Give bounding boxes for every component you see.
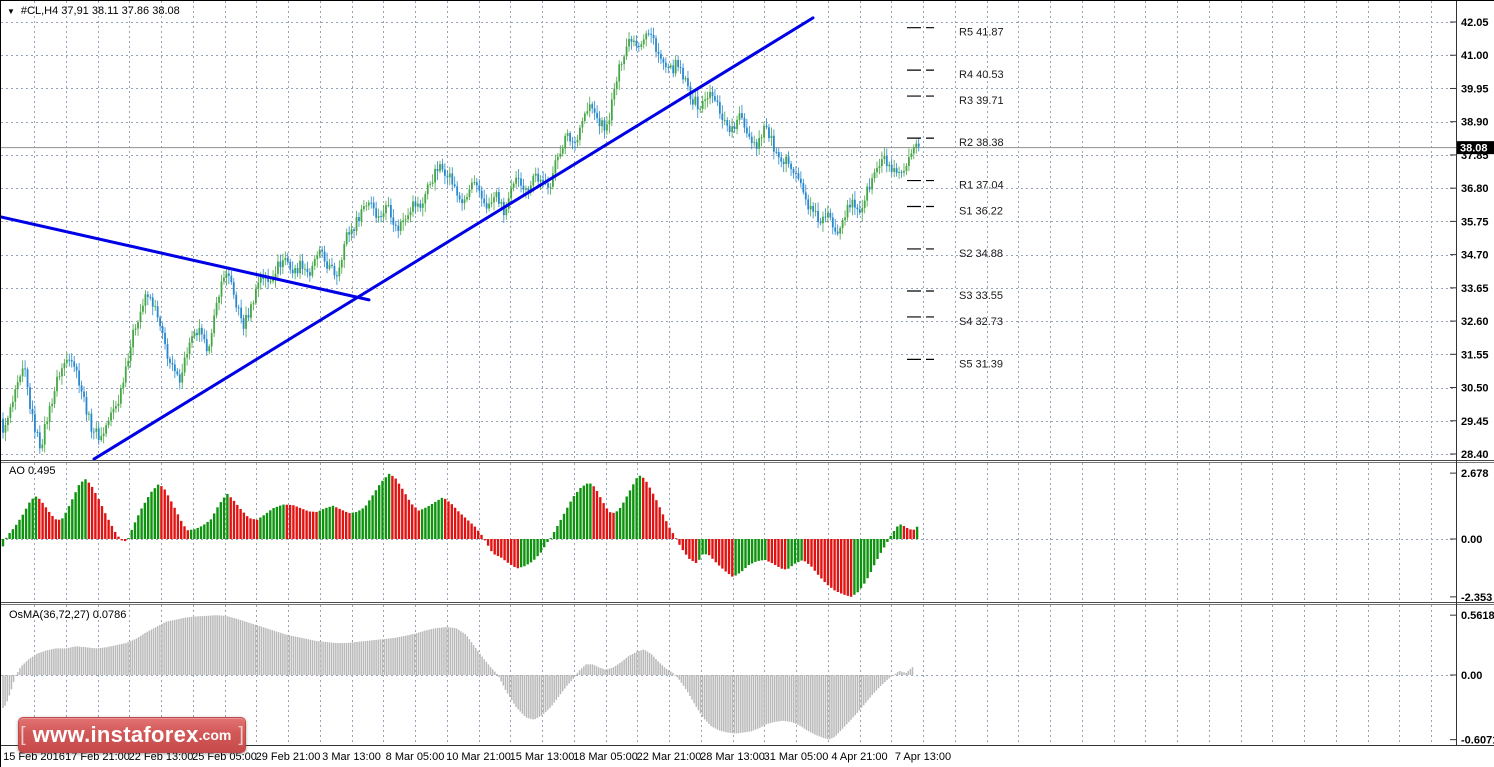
svg-text:R5 41.87: R5 41.87 [959, 27, 1004, 39]
svg-text:29.45: 29.45 [1461, 416, 1489, 428]
trendlines[interactable] [1, 16, 815, 461]
banner-bracket-left: [ [20, 723, 26, 746]
svg-text:8 Mar 05:00: 8 Mar 05:00 [386, 751, 445, 763]
svg-text:28 Mar 13:00: 28 Mar 13:00 [700, 751, 765, 763]
svg-text:28.40: 28.40 [1461, 449, 1489, 461]
svg-text:22 Mar 21:00: 22 Mar 21:00 [637, 751, 702, 763]
svg-text:R2 38.38: R2 38.38 [959, 137, 1004, 149]
mt4-chart-window: R5 41.87 R4 40.53 R3 39.71 R2 38.38 R1 37.04… [0, 0, 1494, 767]
pivot-levels: R5 41.87 R4 40.53 R3 39.71 R2 38.38 R1 37.04… [907, 27, 1004, 370]
svg-text:-2.353: -2.353 [1461, 592, 1492, 604]
trendline-ascending [92, 16, 815, 461]
svg-text:3 Mar 13:00: 3 Mar 13:00 [322, 751, 381, 763]
symbol-bar: ▼ #CL,H4 37,91 38.11 37.86 38.08 [7, 5, 180, 17]
svg-text:33.65: 33.65 [1461, 283, 1489, 295]
ao-histogram [1, 473, 919, 597]
ao-indicator-label: AO 0.495 [9, 465, 56, 477]
svg-text:32.60: 32.60 [1461, 316, 1489, 328]
svg-text:0.00: 0.00 [1461, 534, 1482, 546]
svg-text:41.00: 41.00 [1461, 50, 1489, 62]
svg-text:31.55: 31.55 [1461, 349, 1489, 361]
svg-text:S5 31.39: S5 31.39 [959, 358, 1003, 370]
osma-indicator-label: OsMA(36,72,27) 0.0786 [9, 609, 127, 621]
svg-text:0.00: 0.00 [1461, 670, 1482, 682]
svg-text:38.90: 38.90 [1461, 117, 1489, 129]
svg-text:18 Mar 05:00: 18 Mar 05:00 [573, 751, 638, 763]
svg-text:29 Feb 21:00: 29 Feb 21:00 [256, 751, 321, 763]
svg-text:S3 33.55: S3 33.55 [959, 290, 1003, 302]
svg-text:15 Mar 13:00: 15 Mar 13:00 [510, 751, 575, 763]
instaforex-watermark: [ www.instaforex .com] [18, 717, 246, 753]
svg-text:-0.6071: -0.6071 [1461, 735, 1494, 747]
svg-text:39.95: 39.95 [1461, 83, 1489, 95]
svg-text:R3 39.71: R3 39.71 [959, 95, 1004, 107]
candlestick-series [2, 27, 920, 454]
current-price-badge: 38.08 [1457, 141, 1494, 155]
svg-text:0.5618: 0.5618 [1461, 610, 1494, 622]
svg-text:7 Apr 13:00: 7 Apr 13:00 [895, 751, 951, 763]
svg-text:10 Mar 21:00: 10 Mar 21:00 [446, 751, 511, 763]
banner-tld: .com [198, 727, 232, 743]
svg-text:S4 32.73: S4 32.73 [959, 316, 1003, 328]
svg-text:42.05: 42.05 [1461, 17, 1489, 29]
svg-text:R4 40.53: R4 40.53 [959, 69, 1004, 81]
svg-text:2.678: 2.678 [1461, 468, 1489, 480]
svg-text:38.08: 38.08 [1460, 143, 1488, 155]
svg-text:36.80: 36.80 [1461, 183, 1489, 195]
chart-canvas[interactable]: R5 41.87 R4 40.53 R3 39.71 R2 38.38 R1 37.04… [1, 1, 1494, 767]
trendline-descending [1, 215, 371, 302]
svg-text:S2 34.88: S2 34.88 [959, 248, 1003, 260]
svg-text:35.75: 35.75 [1461, 216, 1489, 228]
svg-text:34.70: 34.70 [1461, 250, 1489, 262]
svg-text:31 Mar 05:00: 31 Mar 05:00 [764, 751, 829, 763]
banner-domain: www.instaforex [32, 722, 199, 747]
svg-text:R1 37.04: R1 37.04 [959, 180, 1004, 192]
banner-bracket-right: ] [238, 723, 244, 746]
svg-text:4 Apr 21:00: 4 Apr 21:00 [831, 751, 887, 763]
symbol-ohlc-text: #CL,H4 37,91 38.11 37.86 38.08 [20, 5, 180, 17]
svg-text:S1 36.22: S1 36.22 [959, 206, 1003, 218]
svg-text:30.50: 30.50 [1461, 383, 1489, 395]
symbol-dropdown-icon[interactable]: ▼ [7, 6, 15, 17]
